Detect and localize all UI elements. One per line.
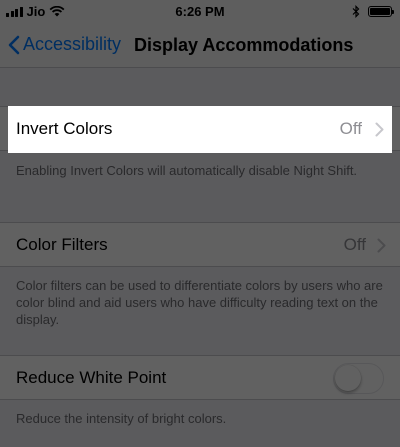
back-chevron-icon — [8, 35, 20, 54]
color-filters-cell[interactable]: Color Filters Off — [0, 222, 400, 267]
invert-colors-label: Invert Colors — [16, 119, 113, 138]
back-label: Accessibility — [23, 34, 122, 54]
page-title: Display Accommodations — [134, 35, 354, 55]
invert-colors-footer: Enabling Invert Colors will automaticall… — [16, 163, 358, 178]
reduce-white-point-label: Reduce White Point — [16, 368, 167, 387]
status-right — [352, 5, 394, 18]
color-filters-label: Color Filters — [16, 235, 108, 254]
back-button[interactable]: Accessibility — [8, 34, 121, 55]
bluetooth-icon — [352, 5, 360, 18]
reduce-white-point-toggle[interactable] — [333, 363, 384, 394]
status-bar: Jio 6:26 PM — [0, 0, 400, 24]
color-filters-value: Off — [343, 235, 366, 254]
navigation-bar: Accessibility Display Accommodations — [0, 24, 400, 68]
reduce-white-point-footer: Reduce the intensity of bright colors. — [16, 411, 227, 426]
invert-colors-cell[interactable]: Invert Colors Off — [8, 106, 392, 153]
invert-colors-value: Off — [339, 119, 362, 138]
chevron-right-icon — [377, 238, 386, 253]
chevron-right-icon — [375, 122, 384, 137]
toggle-knob — [335, 365, 361, 391]
battery-icon — [368, 6, 394, 17]
status-time: 6:26 PM — [175, 4, 225, 19]
reduce-white-point-cell: Reduce White Point — [0, 355, 400, 400]
color-filters-footer: Color filters can be used to differentia… — [16, 278, 383, 327]
